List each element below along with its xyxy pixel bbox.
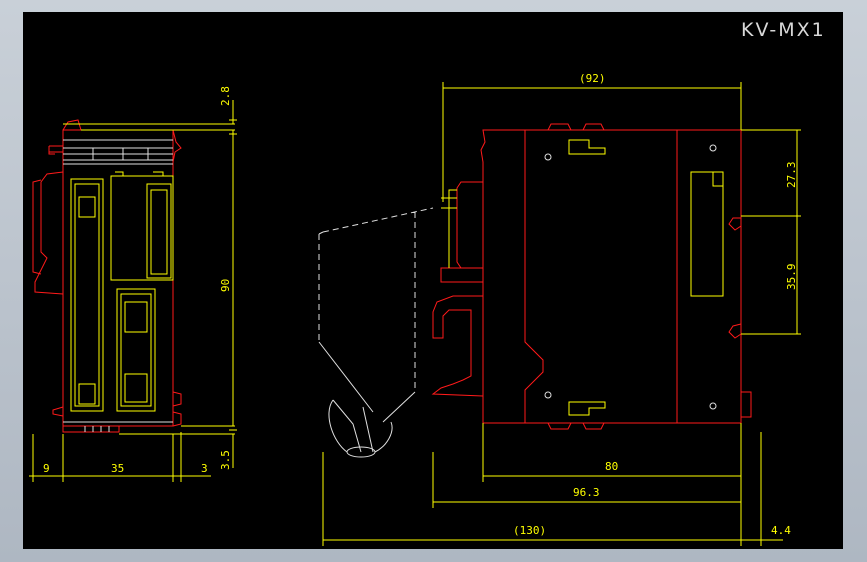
side-top-edge [483, 123, 741, 131]
side-body-outline [480, 129, 742, 424]
dim-total-depth: (130) [513, 524, 546, 537]
cad-drawing: KV-MX1 2.8 90 3.5 9 35 3 (92) 27.3 35.9 … [29, 19, 826, 546]
dim-front-height: 90 [219, 279, 232, 292]
side-top-tab [568, 139, 606, 155]
front-connector-main-bottom-slot [78, 383, 96, 405]
side-rail-clip [728, 130, 752, 423]
side-connector-notch [712, 172, 723, 187]
dim-top-gap: 2.8 [219, 86, 232, 106]
front-top-cap [62, 119, 182, 163]
dim-rail-span: 35.9 [785, 264, 798, 291]
side-hole-top-right [709, 144, 717, 152]
side-view-dimensions: (92) 27.3 35.9 80 96.3 (130) 4.4 [322, 72, 801, 546]
dim-right-width: 3 [201, 462, 208, 475]
front-connector-upper [110, 171, 174, 281]
front-connector-upper-slot [150, 189, 168, 275]
side-inner-divisions [524, 130, 678, 423]
dim-rail-offset: 4.4 [771, 524, 791, 537]
front-bottom-bands [63, 421, 173, 432]
dim-mount-depth: 96.3 [573, 486, 600, 499]
side-cable-tube [328, 399, 393, 453]
side-view [318, 123, 752, 458]
front-connector-main-top-slot [78, 196, 96, 218]
front-connector-lower-bottom-slot [124, 373, 148, 403]
dim-upper-rail: 27.3 [785, 162, 798, 189]
side-dim-lines [322, 82, 801, 546]
side-hole-bottom-right [709, 402, 717, 410]
dim-body-depth: 80 [605, 460, 618, 473]
front-dim-lines [29, 100, 237, 482]
dim-top-width: (92) [579, 72, 606, 85]
front-left-latch [32, 171, 64, 295]
side-left-hook [431, 181, 484, 397]
side-bottom-edge [483, 422, 741, 430]
dim-body-width: 35 [111, 462, 124, 475]
front-connector-lower-top-slot [124, 301, 148, 333]
front-connector-lower [116, 288, 156, 412]
drawing-title: KV-MX1 [741, 19, 826, 41]
dim-bottom-gap: 3.5 [219, 450, 232, 470]
side-bottom-tab [568, 401, 606, 416]
front-top-bands [63, 139, 173, 165]
front-connector-main [70, 178, 104, 412]
side-cable-outline [318, 231, 416, 453]
side-hole-top-left [544, 153, 552, 161]
front-view [32, 119, 182, 433]
cad-window: KV-MX1 2.8 90 3.5 9 35 3 (92) 27.3 35.9 … [0, 0, 867, 562]
front-top-edge [48, 145, 63, 155]
dim-left-width: 9 [43, 462, 50, 475]
drawing-canvas: KV-MX1 2.8 90 3.5 9 35 3 (92) 27.3 35.9 … [23, 12, 843, 549]
side-hole-bottom-left [544, 391, 552, 399]
side-connector-window [690, 171, 724, 297]
